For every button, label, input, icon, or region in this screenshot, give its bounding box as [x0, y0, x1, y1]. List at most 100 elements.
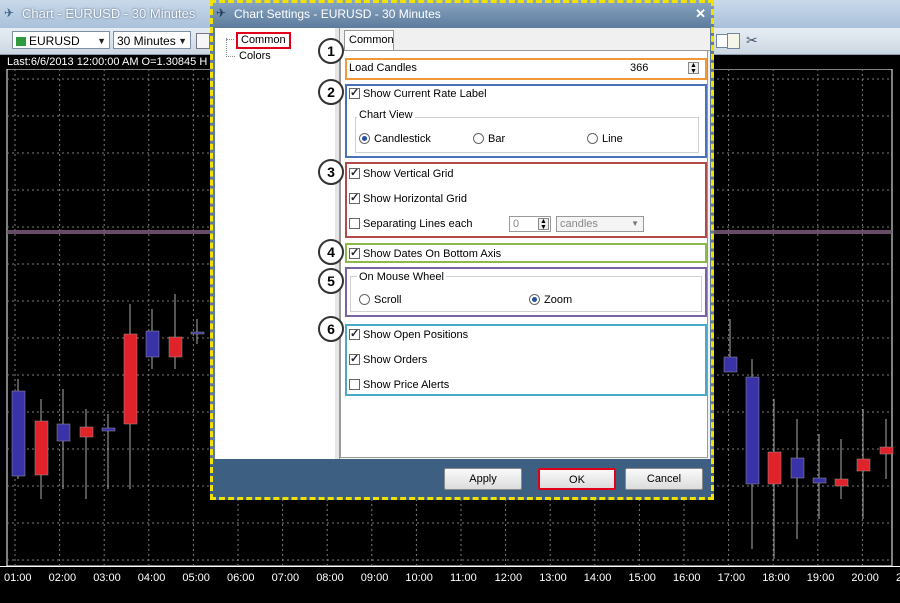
candle-body — [34, 420, 49, 476]
tab-strip: Common — [340, 28, 710, 51]
tools-icon[interactable]: ✂ — [746, 32, 758, 49]
candle-body — [723, 356, 738, 373]
radio-dot — [359, 294, 370, 305]
callout-badge-2: 2 — [318, 79, 344, 105]
ohlc-readout: Last:6/6/2013 12:00:00 AM O=1.30845 H — [7, 56, 208, 68]
tree-item-colors[interactable]: Colors — [239, 50, 271, 62]
checkbox-label: Show Price Alerts — [363, 379, 450, 391]
candle-body — [745, 376, 760, 485]
symbol-select[interactable]: EURUSD ▼ — [12, 31, 110, 49]
close-icon[interactable]: ✕ — [695, 6, 706, 22]
time-axis-label: 14:00 — [583, 572, 612, 584]
load-candles-label: Load Candles — [349, 62, 417, 74]
candle-body — [168, 336, 183, 358]
indicators-icon[interactable] — [196, 33, 210, 49]
radio-zoom[interactable]: Zoom — [529, 294, 572, 306]
common-panel: Load Candles 366 ▲▼ Show Current Rate La… — [340, 50, 708, 458]
chevron-down-icon: ▼ — [631, 219, 639, 228]
time-axis-label: 13:00 — [539, 572, 567, 584]
separating-unit-value: candles — [560, 218, 598, 230]
candle-body — [879, 446, 894, 455]
checkbox-box — [349, 86, 360, 99]
notes-icon[interactable] — [727, 33, 740, 49]
time-axis-label: 20:00 — [851, 572, 879, 584]
time-axis-label: 17:00 — [717, 572, 746, 584]
candle-body — [812, 477, 827, 484]
spin-updown-icon[interactable]: ▲ ▼ — [538, 218, 549, 231]
time-axis-label: 10:00 — [405, 572, 433, 584]
checkbox-box — [349, 166, 360, 179]
dialog-footer: Apply OK Cancel — [210, 459, 714, 500]
separating-lines-unit-select[interactable]: candles ▼ — [556, 216, 644, 232]
show-price-alerts-checkbox[interactable]: Show Price Alerts — [349, 379, 449, 391]
timeframe-value: 30 Minutes — [117, 34, 176, 48]
ok-button[interactable]: OK — [538, 468, 616, 490]
candle-body — [767, 451, 782, 485]
chart-settings-dialog: ✈ Chart Settings - EURUSD - 30 Minutes ✕… — [210, 0, 714, 500]
symbol-flag-icon — [16, 37, 26, 46]
show-vertical-grid-checkbox[interactable]: Show Vertical Grid — [349, 166, 454, 180]
time-axis-label: 03:00 — [93, 572, 121, 584]
dialog-title-bar: ✈ Chart Settings - EURUSD - 30 Minutes ✕ — [210, 0, 714, 28]
settings-content: Common Load Candles 366 ▲▼ Show Current … — [340, 28, 710, 459]
show-current-rate-label-checkbox[interactable]: Show Current Rate Label — [349, 86, 487, 100]
time-axis-label: 01:00 — [4, 572, 32, 584]
timeframe-select[interactable]: 30 Minutes ▼ — [113, 31, 191, 49]
chevron-down-icon: ▼ — [178, 36, 187, 46]
dialog-title: Chart Settings - EURUSD - 30 Minutes — [234, 7, 441, 21]
candle-body — [56, 423, 71, 442]
time-axis-label: 02:00 — [48, 572, 77, 584]
tree-item-label: Colors — [239, 50, 271, 62]
app-logo-icon: ✈ — [216, 6, 227, 20]
radio-dot — [529, 294, 540, 305]
chevron-down-icon: ▼ — [97, 36, 106, 46]
time-axis-label: 04:00 — [137, 572, 166, 584]
spin-updown-icon[interactable]: ▲ ▼ — [688, 62, 699, 75]
separating-count-value: 0 — [513, 218, 520, 230]
time-axis-label: 09:00 — [360, 572, 389, 584]
candle-body — [856, 458, 871, 472]
callout-badge-3: 3 — [318, 159, 344, 185]
candle-body — [834, 478, 849, 487]
time-axis: 01:00 02:00 03:00 04:00 05:00 06:00 07:00 08:00… — [0, 566, 900, 603]
separating-lines-checkbox[interactable]: Separating Lines each — [349, 218, 472, 230]
checkbox-label: Show Vertical Grid — [363, 168, 454, 180]
callout-badge-1: 1 — [318, 38, 344, 64]
checkbox-label: Separating Lines each — [363, 218, 473, 230]
load-candles-value: 366 — [630, 62, 649, 74]
apply-button[interactable]: Apply — [444, 468, 522, 490]
cancel-button[interactable]: Cancel — [625, 468, 703, 490]
radio-scroll[interactable]: Scroll — [359, 294, 402, 306]
checkbox-label: Show Open Positions — [363, 329, 469, 341]
candle-body — [145, 330, 160, 358]
time-axis-label: 08:00 — [316, 572, 344, 584]
show-horizontal-grid-checkbox[interactable]: Show Horizontal Grid — [349, 191, 467, 205]
radio-bar[interactable]: Bar — [473, 133, 505, 145]
time-axis-label: 15:00 — [628, 572, 656, 584]
time-axis-label: 06:00 — [227, 572, 255, 584]
show-open-positions-checkbox[interactable]: Show Open Positions — [349, 327, 469, 341]
separating-lines-count[interactable]: 0 ▲ ▼ — [509, 216, 551, 232]
show-dates-bottom-checkbox[interactable]: Show Dates On Bottom Axis — [349, 246, 502, 260]
radio-dot — [359, 133, 370, 144]
checkbox-label: Show Dates On Bottom Axis — [363, 248, 502, 260]
radio-dot — [587, 133, 598, 144]
radio-candlestick[interactable]: Candlestick — [359, 133, 431, 145]
load-candles-input[interactable]: 366 ▲ ▼ — [626, 60, 701, 76]
checkbox-box — [349, 352, 360, 365]
tab-common[interactable]: Common — [344, 30, 394, 50]
radio-label: Zoom — [544, 294, 573, 306]
mouse-wheel-label: On Mouse Wheel — [357, 271, 446, 283]
show-orders-checkbox[interactable]: Show Orders — [349, 352, 427, 366]
tree-item-common[interactable]: Common — [236, 32, 291, 49]
radio-label: Scroll — [374, 294, 402, 306]
tree-item-label: Common — [241, 34, 286, 46]
time-axis-label: 11:00 — [450, 572, 477, 584]
checkbox-box — [349, 327, 360, 340]
candle-body — [101, 427, 116, 432]
candle-body — [790, 457, 805, 479]
checkbox-label: Show Current Rate Label — [363, 88, 487, 100]
checkbox-label: Show Horizontal Grid — [363, 193, 467, 205]
radio-line[interactable]: Line — [587, 133, 623, 145]
time-axis-label: 19:00 — [806, 572, 835, 584]
